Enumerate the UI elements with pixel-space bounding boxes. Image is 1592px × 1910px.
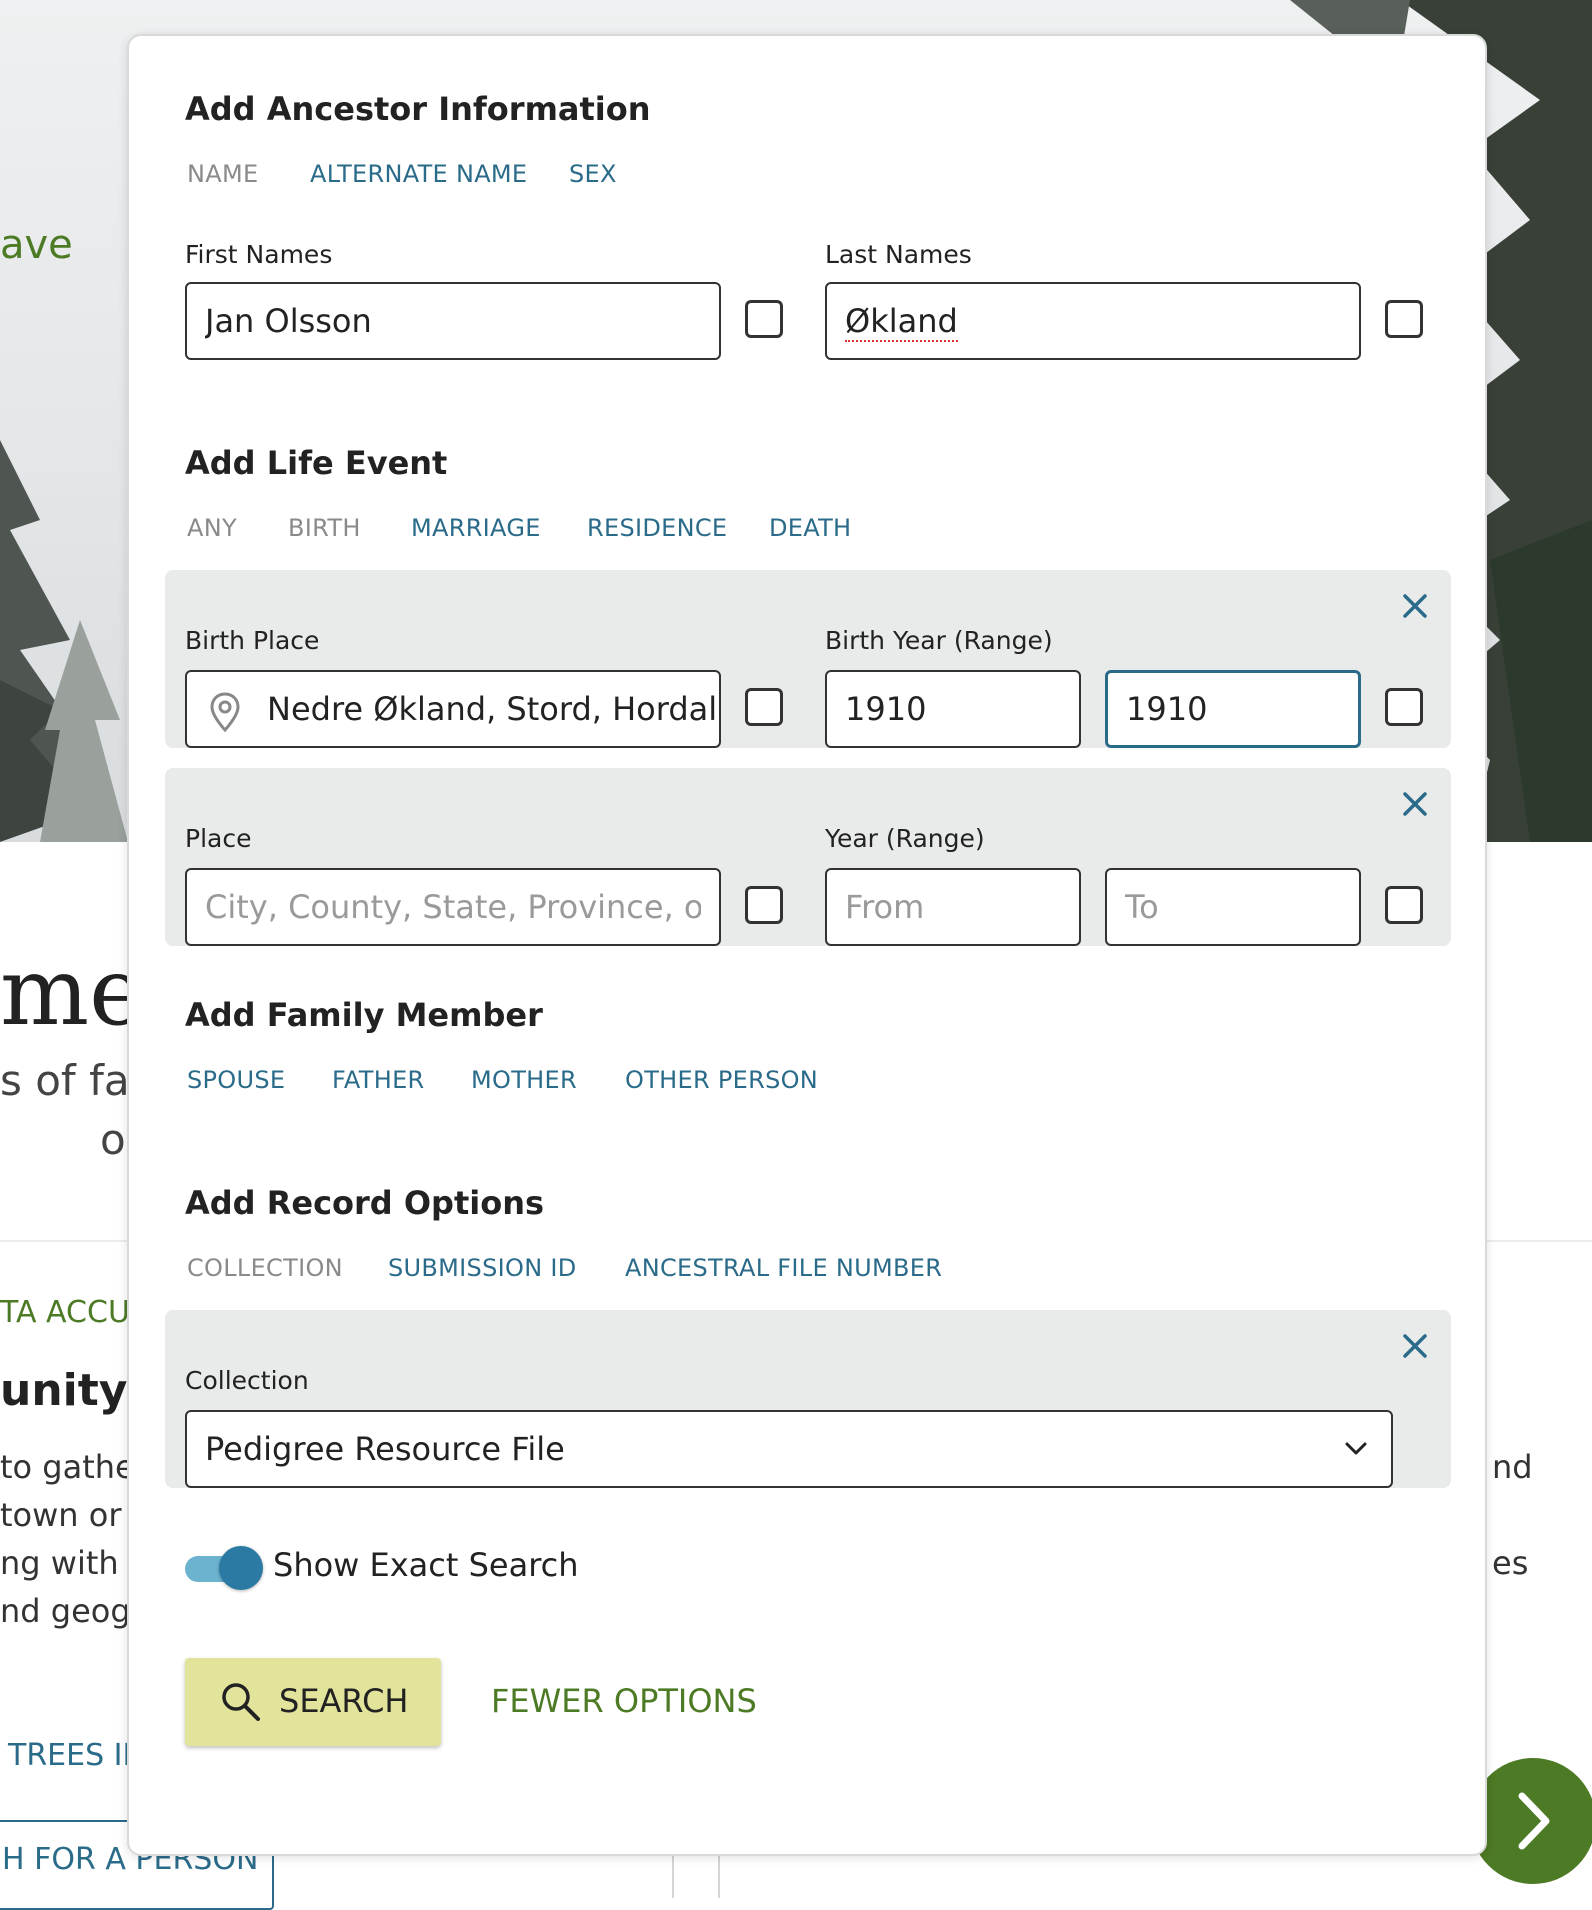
search-options-dialog: Add Ancestor Information NAME ALTERNATE … [127, 34, 1487, 1856]
birth-place-exact-checkbox[interactable] [745, 688, 783, 726]
year-to-input[interactable] [1105, 868, 1361, 946]
search-button-label: SEARCH [279, 1682, 409, 1720]
search-icon [222, 1683, 260, 1721]
year-from-input[interactable] [825, 868, 1081, 946]
background-right-line: nd [1492, 1448, 1533, 1486]
background-text-fragment: ave [0, 222, 73, 268]
first-names-input[interactable] [185, 282, 721, 360]
tab-alternate-name[interactable]: ALTERNATE NAME [310, 160, 527, 188]
place-label: Place [185, 824, 252, 853]
collection-select[interactable]: Pedigree Resource File [185, 1410, 1393, 1488]
background-heading-fragment: me [0, 938, 145, 1047]
collection-selected-value: Pedigree Resource File [205, 1430, 565, 1468]
tab-sex[interactable]: SEX [569, 160, 617, 188]
birth-event-panel: Birth Place Nedre Økland, Stord, Hordala… [165, 570, 1451, 748]
tab-death[interactable]: DEATH [769, 514, 851, 542]
birth-year-exact-checkbox[interactable] [1385, 688, 1423, 726]
background-eyebrow-fragment: TA ACCUF [0, 1295, 148, 1330]
search-button[interactable]: SEARCH [185, 1658, 441, 1746]
tab-birth[interactable]: BIRTH [288, 514, 361, 542]
tab-residence[interactable]: RESIDENCE [587, 514, 727, 542]
background-paragraph-line: town or [0, 1496, 122, 1534]
carousel-next-button[interactable] [1470, 1758, 1592, 1884]
tab-other-person[interactable]: OTHER PERSON [625, 1066, 818, 1094]
background-card-border [718, 1856, 720, 1898]
section-title-record-options: Add Record Options [185, 1184, 545, 1222]
last-names-value: Økland [845, 302, 958, 342]
section-title-life-event: Add Life Event [185, 444, 448, 482]
chevron-down-icon [1345, 1442, 1367, 1455]
birth-year-to-input[interactable] [1105, 670, 1361, 748]
section-title-ancestor: Add Ancestor Information [185, 90, 651, 128]
tab-spouse[interactable]: SPOUSE [187, 1066, 285, 1094]
tab-collection[interactable]: COLLECTION [187, 1254, 343, 1282]
tree-left-lower-image [40, 620, 128, 842]
background-paragraph-line: nd geogr [0, 1592, 144, 1630]
last-names-exact-checkbox[interactable] [1385, 300, 1423, 338]
background-paragraph-line: ng with t [0, 1544, 142, 1582]
tab-name[interactable]: NAME [187, 160, 258, 188]
close-icon[interactable] [1399, 788, 1431, 820]
background-right-line: es [1492, 1544, 1529, 1582]
tab-mother[interactable]: MOTHER [471, 1066, 577, 1094]
place-exact-checkbox[interactable] [745, 886, 783, 924]
tab-father[interactable]: FATHER [332, 1066, 425, 1094]
birth-year-label: Birth Year (Range) [825, 626, 1053, 655]
birth-place-input[interactable]: Nedre Økland, Stord, Hordaland [185, 670, 721, 748]
tab-submission-id[interactable]: SUBMISSION ID [388, 1254, 577, 1282]
background-paragraph-line: to gathe [0, 1448, 135, 1486]
collection-panel: Collection Pedigree Resource File [165, 1310, 1451, 1488]
year-range-label: Year (Range) [825, 824, 985, 853]
last-names-label: Last Names [825, 240, 972, 269]
tab-marriage[interactable]: MARRIAGE [411, 514, 541, 542]
chevron-right-icon [1518, 1792, 1550, 1850]
generic-event-panel: Place Year (Range) [165, 768, 1451, 946]
tab-any[interactable]: ANY [187, 514, 237, 542]
collection-label: Collection [185, 1366, 309, 1395]
background-card-border [672, 1856, 674, 1898]
background-trees-link[interactable]: TREES IN [8, 1738, 145, 1773]
close-icon[interactable] [1399, 590, 1431, 622]
tab-ancestral-file-number[interactable]: ANCESTRAL FILE NUMBER [625, 1254, 942, 1282]
background-subtitle-fragment: s of far [0, 1056, 147, 1105]
background-subtitle-fragment-2: o [100, 1115, 126, 1164]
fewer-options-link[interactable]: FEWER OPTIONS [491, 1682, 757, 1720]
exact-search-label: Show Exact Search [273, 1546, 579, 1584]
close-icon[interactable] [1399, 1330, 1431, 1362]
first-names-exact-checkbox[interactable] [745, 300, 783, 338]
birth-place-label: Birth Place [185, 626, 320, 655]
location-pin-icon [210, 692, 240, 732]
exact-search-toggle-knob[interactable] [219, 1546, 263, 1590]
section-title-family: Add Family Member [185, 996, 543, 1034]
place-input[interactable] [185, 868, 721, 946]
year-exact-checkbox[interactable] [1385, 886, 1423, 924]
last-names-input[interactable]: Økland [825, 282, 1361, 360]
birth-place-value: Nedre Økland, Stord, Hordaland [267, 690, 719, 728]
first-names-label: First Names [185, 240, 333, 269]
birth-year-from-input[interactable] [825, 670, 1081, 748]
